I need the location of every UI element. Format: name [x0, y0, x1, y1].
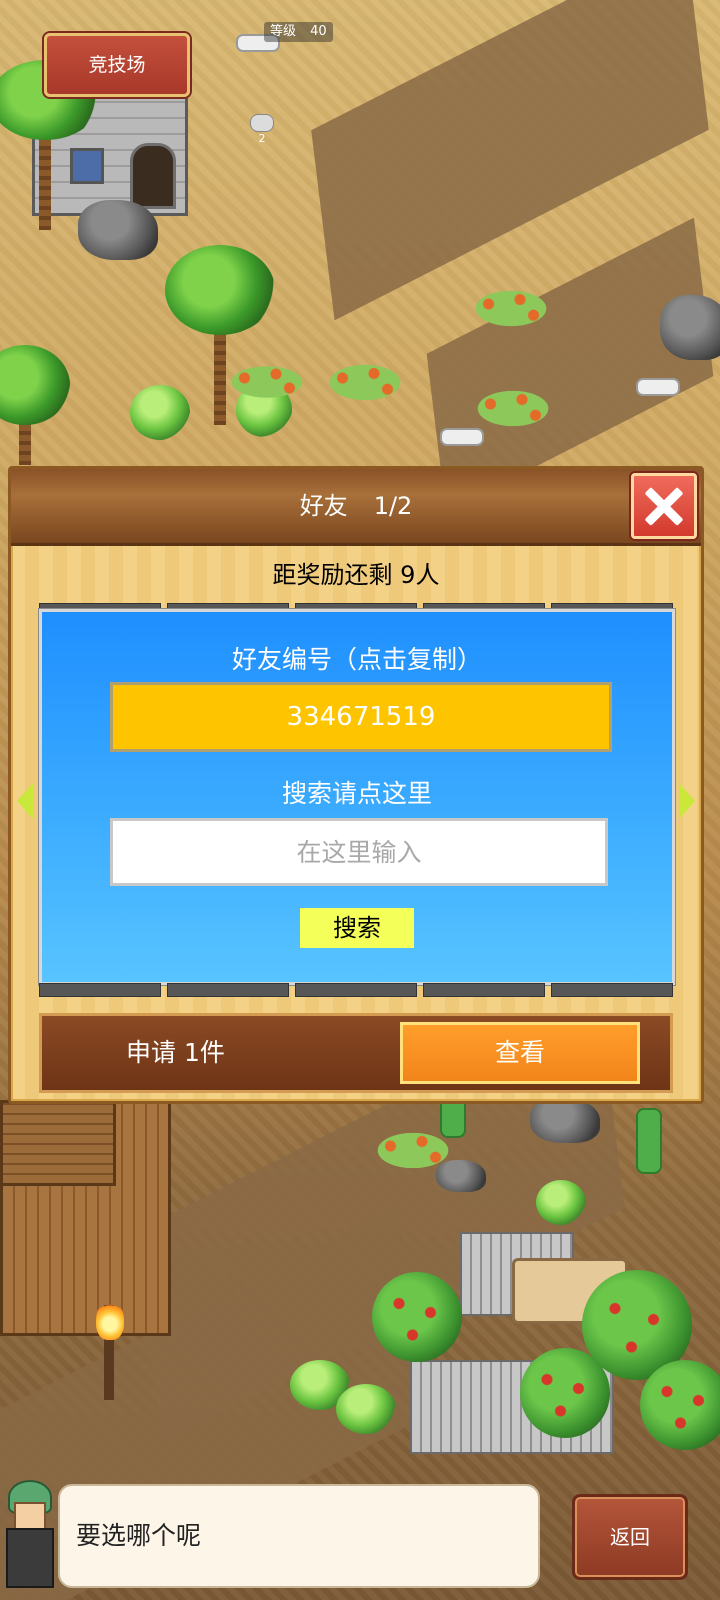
bush — [130, 385, 190, 440]
apple-tree — [520, 1348, 610, 1438]
arena-button[interactable]: 竞技场 — [44, 33, 190, 97]
rock — [436, 1160, 486, 1192]
bones — [636, 378, 680, 396]
statue-rock — [78, 200, 158, 260]
view-applications-button[interactable]: 查看 — [400, 1022, 640, 1084]
page-indicator: 1/2 — [373, 492, 413, 520]
friend-id-label: 好友编号（点击复制） — [231, 645, 482, 674]
flower-patch — [222, 362, 312, 402]
flower-patch — [468, 386, 558, 431]
torch-flame — [96, 1300, 124, 1340]
barn-roof — [0, 1100, 116, 1186]
dialog-header: 好友 1/2 — [11, 469, 701, 546]
bush — [336, 1384, 396, 1434]
tab-strip-bottom — [39, 983, 673, 997]
character-avatar — [0, 1480, 56, 1590]
search-label: 搜索请点这里 — [281, 779, 432, 808]
flower-patch — [466, 286, 556, 331]
castle-door — [130, 143, 176, 209]
palm-tree — [0, 345, 70, 465]
cloud-icon: 2 — [250, 114, 274, 152]
friend-search-panel: 好友编号（点击复制） 334671519 搜索请点这里 搜索 — [39, 609, 675, 985]
speech-text: 要选哪个呢 — [76, 1521, 202, 1550]
back-button[interactable]: 返回 — [572, 1494, 688, 1580]
bones — [440, 428, 484, 446]
bush — [536, 1180, 586, 1225]
close-icon[interactable] — [631, 473, 697, 539]
reward-remaining-text: 距奖励还剩 9人 — [272, 561, 440, 589]
apple-tree — [372, 1272, 462, 1362]
friend-id-copy-button[interactable]: 334671519 — [110, 682, 612, 752]
cloud-count: 2 — [258, 132, 266, 145]
friend-dialog: 好友 1/2 距奖励还剩 9人 好友编号（点击复制） 334671519 搜索请点… — [8, 466, 704, 1104]
apple-tree — [640, 1360, 720, 1450]
dialog-title: 好友 — [299, 492, 348, 520]
search-button[interactable]: 搜索 — [300, 908, 414, 948]
barn-building[interactable] — [0, 1100, 171, 1336]
level-label: 等级 — [270, 24, 297, 39]
page-left-arrow-icon[interactable] — [17, 783, 33, 819]
level-value: 40 — [310, 24, 327, 39]
page-right-arrow-icon[interactable] — [679, 783, 695, 819]
flower-patch — [320, 360, 410, 405]
application-bar: 申请 1件 查看 — [39, 1013, 673, 1093]
cactus — [636, 1108, 662, 1174]
application-count: 申请 1件 — [126, 1038, 225, 1067]
level-indicator: 等级 40 — [264, 22, 333, 42]
rock — [530, 1098, 600, 1143]
rock — [660, 295, 720, 360]
speech-bubble: 要选哪个呢 — [58, 1484, 540, 1588]
search-input[interactable] — [110, 818, 608, 886]
